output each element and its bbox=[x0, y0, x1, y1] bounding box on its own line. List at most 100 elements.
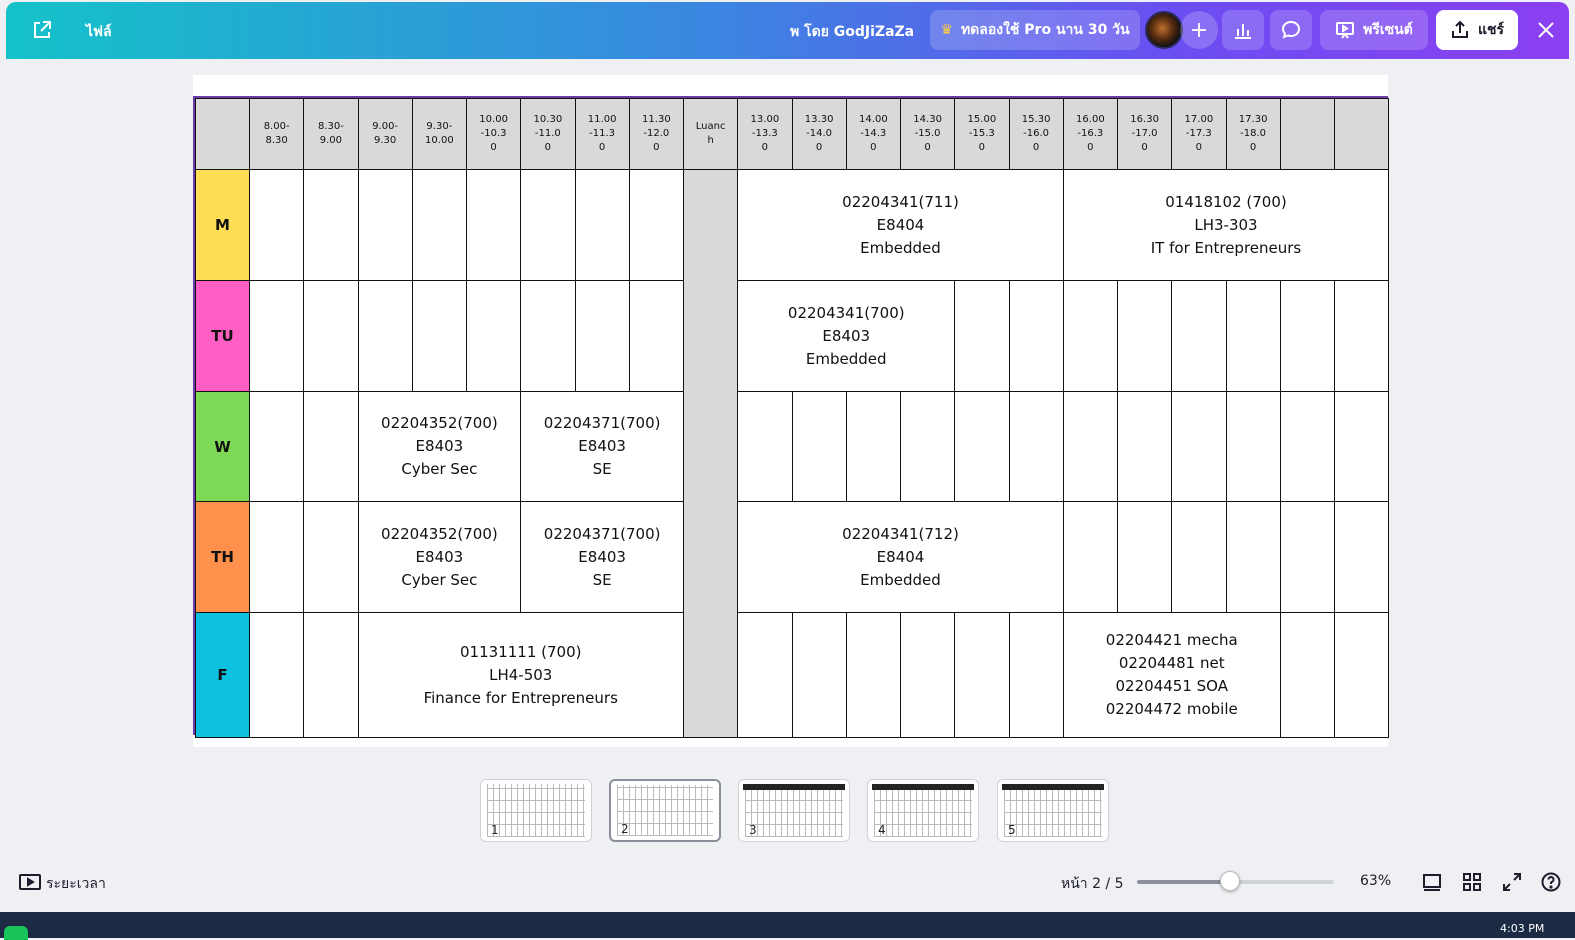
external-link-icon[interactable] bbox=[30, 18, 54, 42]
empty-slot[interactable] bbox=[520, 169, 576, 281]
empty-slot[interactable] bbox=[1279, 612, 1335, 738]
empty-slot[interactable] bbox=[1225, 280, 1281, 392]
fullscreen-icon[interactable] bbox=[1500, 870, 1524, 894]
page-thumbnail[interactable]: 2 bbox=[609, 779, 721, 842]
empty-slot[interactable] bbox=[954, 280, 1010, 392]
empty-slot[interactable] bbox=[466, 169, 522, 281]
empty-slot[interactable] bbox=[1117, 391, 1173, 502]
empty-slot[interactable] bbox=[954, 391, 1010, 502]
empty-slot[interactable] bbox=[1008, 612, 1064, 738]
page-thumbnail[interactable]: 1 bbox=[480, 779, 592, 842]
empty-slot[interactable] bbox=[249, 169, 305, 281]
empty-slot[interactable] bbox=[466, 280, 522, 392]
empty-slot[interactable] bbox=[249, 280, 305, 392]
empty-slot[interactable] bbox=[628, 280, 684, 392]
empty-slot[interactable] bbox=[303, 391, 359, 502]
help-icon[interactable] bbox=[1539, 870, 1563, 894]
course-block[interactable]: 02204371(700) E8403 SE bbox=[520, 391, 684, 502]
course-line: E8403 bbox=[578, 437, 626, 455]
empty-slot[interactable] bbox=[628, 169, 684, 281]
empty-slot[interactable] bbox=[249, 612, 305, 738]
empty-slot[interactable] bbox=[249, 501, 305, 613]
empty-slot[interactable] bbox=[1171, 280, 1227, 392]
zoom-slider-handle[interactable] bbox=[1219, 871, 1240, 891]
pro-trial-button[interactable]: ♛ ทดลองใช้ Pro นาน 30 วัน bbox=[930, 10, 1140, 50]
present-button[interactable]: พรีเซนต์ bbox=[1320, 10, 1428, 50]
share-button[interactable]: แชร์ bbox=[1436, 10, 1518, 50]
empty-slot[interactable] bbox=[303, 501, 359, 613]
timer-icon[interactable] bbox=[18, 870, 42, 894]
empty-slot[interactable] bbox=[249, 391, 305, 502]
course-line: 02204341(711) bbox=[842, 192, 959, 211]
empty-slot[interactable] bbox=[1171, 501, 1227, 613]
avatar[interactable] bbox=[1145, 11, 1183, 49]
empty-slot[interactable] bbox=[900, 612, 956, 738]
grid-view-icon[interactable] bbox=[1460, 870, 1484, 894]
empty-slot[interactable] bbox=[411, 280, 467, 392]
empty-slot[interactable] bbox=[411, 169, 467, 281]
file-menu[interactable]: ไฟล์ bbox=[86, 21, 112, 43]
empty-slot[interactable] bbox=[737, 612, 793, 738]
empty-slot[interactable] bbox=[574, 169, 630, 281]
empty-slot[interactable] bbox=[1008, 391, 1064, 502]
empty-slot[interactable] bbox=[1279, 501, 1335, 613]
empty-slot[interactable] bbox=[1334, 280, 1390, 392]
course-block[interactable]: 02204352(700) E8403 Cyber Sec bbox=[357, 501, 522, 613]
empty-slot[interactable] bbox=[1334, 501, 1390, 613]
page-thumbnail[interactable]: 3 bbox=[738, 779, 850, 842]
close-icon[interactable] bbox=[1534, 18, 1558, 42]
empty-slot[interactable] bbox=[845, 612, 901, 738]
page-thumbnail[interactable]: 4 bbox=[867, 779, 979, 842]
empty-slot[interactable] bbox=[791, 391, 847, 502]
empty-slot[interactable] bbox=[1279, 280, 1335, 392]
empty-slot[interactable] bbox=[303, 280, 359, 392]
timer-label[interactable]: ระยะเวลา bbox=[46, 873, 106, 895]
insights-button[interactable] bbox=[1222, 10, 1264, 50]
course-line: LH3-303 bbox=[1194, 215, 1258, 234]
course-block[interactable]: 02204352(700) E8403 Cyber Sec bbox=[357, 391, 522, 502]
empty-slot[interactable] bbox=[1117, 280, 1173, 392]
course-block[interactable]: 02204421 mecha 02204481 net 02204451 SOA 02… bbox=[1062, 612, 1281, 738]
empty-slot[interactable] bbox=[791, 612, 847, 738]
empty-slot[interactable] bbox=[357, 280, 413, 392]
course-block[interactable]: 02204341(712) E8404 Embedded bbox=[737, 501, 1064, 613]
course-line: E8403 bbox=[415, 547, 464, 566]
empty-slot[interactable] bbox=[1225, 501, 1281, 613]
comment-button[interactable] bbox=[1270, 10, 1312, 50]
empty-slot[interactable] bbox=[303, 169, 359, 281]
schedule-table[interactable]: 8.00- 8.30 8.30- 9.00 9.00- 9.30 9.30- 10.0… bbox=[193, 96, 1390, 738]
course-block[interactable]: 01418102 (700) LH3-303 IT for Entrepreneur… bbox=[1062, 169, 1390, 281]
empty-slot[interactable] bbox=[303, 612, 359, 738]
course-block[interactable]: 02204341(711) E8404 Embedded bbox=[737, 169, 1064, 281]
time-slot-header: 9.00- 9.30 bbox=[357, 98, 413, 170]
empty-slot[interactable] bbox=[737, 391, 793, 502]
taskbar-clock: 4:03 PM bbox=[1500, 922, 1545, 935]
day-label-f: F bbox=[195, 612, 250, 738]
empty-slot[interactable] bbox=[1225, 391, 1281, 502]
add-collaborator-button[interactable]: + bbox=[1180, 11, 1218, 49]
course-block[interactable]: 02204341(700) E8403 Embedded bbox=[737, 280, 956, 392]
page-thumbnail[interactable]: 5 bbox=[997, 779, 1109, 842]
empty-slot[interactable] bbox=[574, 280, 630, 392]
empty-slot[interactable] bbox=[954, 612, 1010, 738]
empty-slot[interactable] bbox=[1062, 391, 1118, 502]
thumbnail-number: 2 bbox=[621, 822, 629, 836]
course-block[interactable]: 01131111 (700) LH4-503 Finance for Entrepr… bbox=[357, 612, 684, 738]
empty-slot[interactable] bbox=[1334, 391, 1390, 502]
empty-slot[interactable] bbox=[520, 280, 576, 392]
empty-slot[interactable] bbox=[1279, 391, 1335, 502]
empty-slot[interactable] bbox=[845, 391, 901, 502]
empty-slot[interactable] bbox=[1062, 501, 1118, 613]
empty-slot[interactable] bbox=[1334, 612, 1390, 738]
empty-slot[interactable] bbox=[357, 169, 413, 281]
empty-slot[interactable] bbox=[1171, 391, 1227, 502]
empty-slot[interactable] bbox=[1062, 280, 1118, 392]
empty-slot[interactable] bbox=[1008, 280, 1064, 392]
course-line: 02204341(712) bbox=[842, 524, 959, 543]
notes-icon[interactable] bbox=[1420, 870, 1444, 894]
zoom-level[interactable]: 63% bbox=[1360, 873, 1391, 889]
thumbnail-preview bbox=[874, 784, 972, 837]
course-block[interactable]: 02204371(700) E8403 SE bbox=[520, 501, 684, 613]
empty-slot[interactable] bbox=[900, 391, 956, 502]
empty-slot[interactable] bbox=[1117, 501, 1173, 613]
